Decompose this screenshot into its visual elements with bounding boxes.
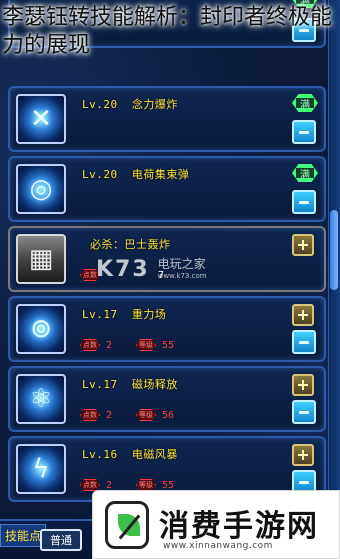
sp-cost: 点数 2 <box>80 408 112 422</box>
decrease-button[interactable] <box>292 400 316 424</box>
magnet-field-icon: ⚛ <box>16 374 66 424</box>
ad-url: www.xinnanwang.com <box>163 541 273 551</box>
add-point-button[interactable] <box>292 444 316 466</box>
decrease-button[interactable] <box>292 330 316 354</box>
add-point-button[interactable] <box>292 304 316 326</box>
site-ad-banner[interactable]: 消费手游网 www.xinnanwang.com <box>92 490 340 559</box>
level-requirement: 等级 56 <box>136 408 174 422</box>
ad-title: 消费手游网 <box>159 509 319 544</box>
decrease-button[interactable] <box>292 190 316 214</box>
skill-label: 必杀：巴士轰炸 <box>90 238 171 251</box>
article-title-overlay: 李瑟钰转技能解析：封印者终极能力的展现 <box>2 5 333 58</box>
level-requirement: 等级 55 <box>136 338 174 352</box>
sp-cost: 点数 2 <box>80 338 112 352</box>
skill-row-magnet-field[interactable]: ⚛ Lv.17 磁场释放 点数 2 等级 56 <box>8 366 326 432</box>
scrollbar[interactable] <box>328 0 340 559</box>
skill-label: Lv.20 电荷集束弹 <box>82 168 190 181</box>
gravity-field-icon: ⊚ <box>16 304 66 354</box>
site-logo-icon <box>105 501 149 549</box>
maxed-badge: 满 <box>292 94 318 114</box>
em-storm-icon: ϟ <box>16 444 66 494</box>
skill-label: Lv.17 重力场 <box>82 308 167 321</box>
k73-watermark: K73 电玩之家 www.k73.com <box>96 256 207 282</box>
maxed-badge: 满 <box>292 164 318 184</box>
add-point-button[interactable] <box>292 374 316 396</box>
bus-bomb-icon: ▦ <box>16 234 66 284</box>
skill-row-charge-orb[interactable]: ◎ Lv.20 电荷集束弹 满 <box>8 156 326 222</box>
decrease-button[interactable] <box>292 120 316 144</box>
charge-orb-icon: ◎ <box>16 164 66 214</box>
scrollbar-thumb[interactable] <box>330 210 338 290</box>
skill-label: Lv.17 磁场释放 <box>82 378 178 391</box>
skill-label: Lv.20 念力爆炸 <box>82 98 178 111</box>
skill-row-gravity-field[interactable]: ⊚ Lv.17 重力场 点数 2 等级 55 <box>8 296 326 362</box>
psychic-burst-icon: ✕ <box>16 94 66 144</box>
mode-normal-button[interactable]: 普通 <box>40 529 82 551</box>
skill-label: Lv.16 电磁风暴 <box>82 448 178 461</box>
skill-row-psychic-burst[interactable]: ✕ Lv.20 念力爆炸 满 <box>8 86 326 152</box>
add-point-button[interactable] <box>292 234 316 256</box>
